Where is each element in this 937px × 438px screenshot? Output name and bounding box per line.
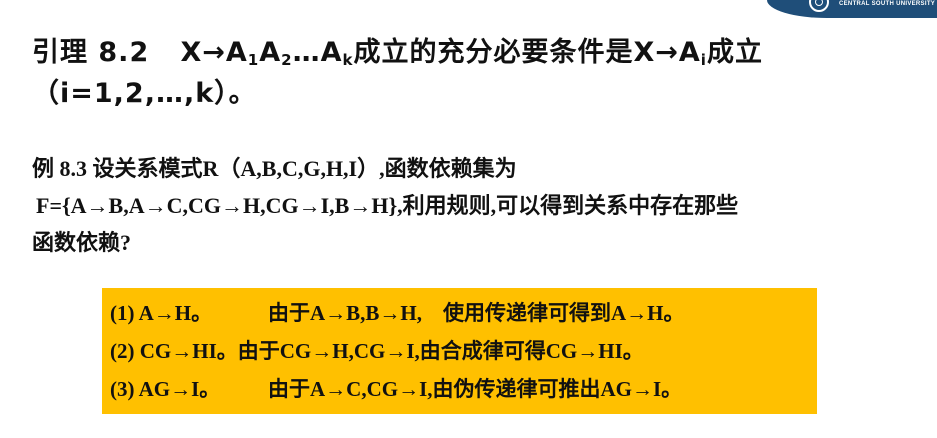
lemma-subscript-2: 2 [281,51,293,69]
derivation-row: (2) CG→HI。由于CG→H,CG→I,由合成律可得CG→HI。 [110,332,809,370]
university-name: CENTRAL SOUTH UNIVERSITY [839,1,936,7]
derivation-reason: 由于A→B,B→H, 使用传递律可得到A→H。 [268,301,685,325]
lemma-subscript-k: k [342,51,354,69]
example-block: 例 8.3 设关系模式R（A,B,C,G,H,I）,函数依赖集为 F={A→B,… [32,150,912,261]
derivation-highlight-box: (1) A→H。 由于A→B,B→H, 使用传递律可得到A→H。 (2) CG→H… [102,288,817,414]
derivation-reason: 由于CG→H,CG→I,由合成律可得CG→HI。 [237,339,644,363]
lemma-line-2: （i=1,2,…,k）。 [32,78,257,109]
example-line-3: 函数依赖? [32,230,132,255]
lemma-statement-end: 成立 [706,37,763,68]
derivation-row: (1) A→H。 由于A→B,B→H, 使用传递律可得到A→H。 [110,294,809,332]
example-line-2: F={A→B,A→C,CG→H,CG→I,B→H},利用规则,可以得到关系中存在… [36,193,739,218]
lemma-line-1: 引理 8.2 X→A1A2…Ak成立的充分必要条件是X→Ai成立 [32,36,912,77]
derivation-result: (1) A→H。 [110,301,213,325]
lemma-statement-pre: X→A [180,37,248,68]
example-line-1: 例 8.3 设关系模式R（A,B,C,G,H,I）,函数依赖集为 [32,156,517,181]
university-seal-icon [809,0,829,12]
lemma-mid-1: A [259,37,282,68]
lemma-block: 引理 8.2 X→A1A2…Ak成立的充分必要条件是X→Ai成立 （i=1,2,… [32,36,912,111]
derivation-row: (3) AG→I。 由于A→C,CG→I,由伪传递律可推出AG→I。 [110,370,809,408]
lemma-statement-mid: 成立的充分必要条件是X→A [353,37,701,68]
university-logo: CENTRAL SOUTH UNIVERSITY [767,0,937,18]
lemma-label: 引理 8.2 [32,37,150,68]
lemma-subscript-1: 1 [247,51,260,69]
derivation-result: (2) CG→HI。 [110,339,238,363]
derivation-reason: 由于A→C,CG→I,由伪传递律可推出AG→I。 [268,377,683,401]
lemma-mid-2: …A [292,37,343,68]
derivation-result: (3) AG→I。 [110,377,221,401]
